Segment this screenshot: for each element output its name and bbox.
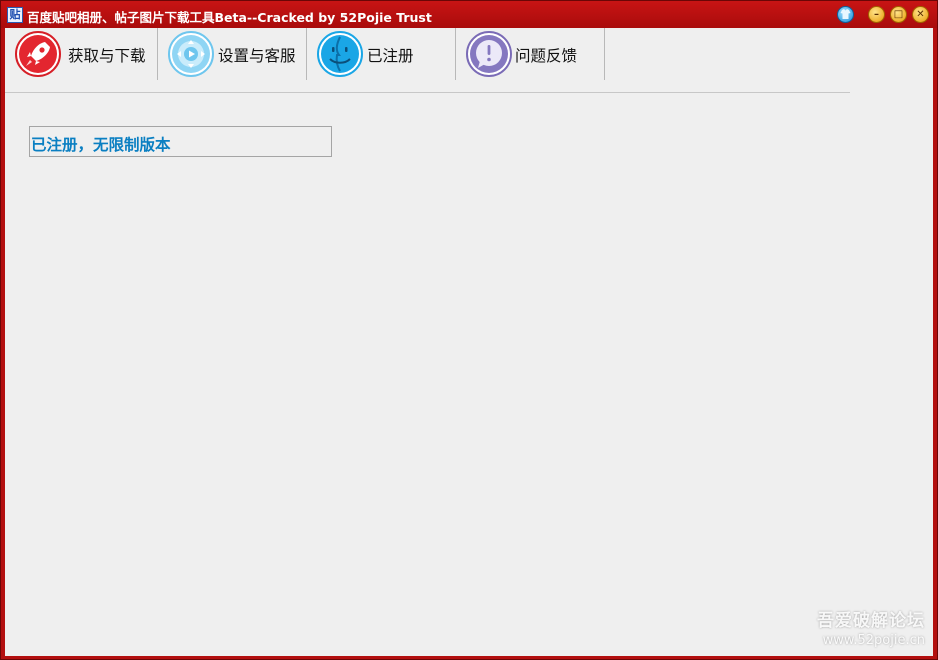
minimize-icon: – xyxy=(874,9,879,20)
watermark-site-url: www.52pojie.cn xyxy=(822,633,925,648)
tab-feedback[interactable]: 问题反馈 xyxy=(456,28,605,80)
tab-registered-label: 已注册 xyxy=(367,47,414,65)
close-button[interactable]: ✕ xyxy=(912,6,929,23)
client-area: 获取与下载 设置与客服 已注册 问题反馈 已注册，无限制版本 吾爱破解论坛 ww… xyxy=(5,28,933,656)
tab-registered[interactable]: 已注册 xyxy=(307,28,456,80)
tab-fetch-download[interactable]: 获取与下载 xyxy=(5,28,158,80)
watermark-site-name: 吾爱破解论坛 xyxy=(817,611,925,631)
title-bar[interactable]: 贴 百度贴吧相册、帖子图片下载工具Beta--Cracked by 52Poji… xyxy=(1,1,937,28)
finder-face-icon xyxy=(317,31,363,77)
feedback-bubble-icon xyxy=(466,31,512,77)
main-toolbar: 获取与下载 设置与客服 已注册 问题反馈 xyxy=(5,28,850,93)
maximize-icon: □ xyxy=(893,9,904,20)
shirt-icon xyxy=(840,9,851,19)
rocket-icon xyxy=(15,31,61,77)
maximize-button[interactable]: □ xyxy=(890,6,907,23)
window-title: 百度贴吧相册、帖子图片下载工具Beta--Cracked by 52Pojie … xyxy=(27,10,432,25)
tab-settings-service-label: 设置与客服 xyxy=(218,47,296,65)
app-window: 贴 百度贴吧相册、帖子图片下载工具Beta--Cracked by 52Poji… xyxy=(0,0,938,660)
app-logo-icon: 贴 xyxy=(7,7,23,23)
watermark: 吾爱破解论坛 www.52pojie.cn xyxy=(817,606,925,648)
gamepad-icon xyxy=(168,31,214,77)
close-icon: ✕ xyxy=(916,9,925,20)
minimize-button[interactable]: – xyxy=(868,6,885,23)
registration-status-text: 已注册，无限制版本 xyxy=(31,135,171,154)
skin-button[interactable] xyxy=(837,6,854,23)
tab-settings-service[interactable]: 设置与客服 xyxy=(158,28,307,80)
tab-fetch-download-label: 获取与下载 xyxy=(68,47,146,65)
tab-feedback-label: 问题反馈 xyxy=(515,47,578,65)
status-box: 已注册，无限制版本 xyxy=(29,126,332,157)
